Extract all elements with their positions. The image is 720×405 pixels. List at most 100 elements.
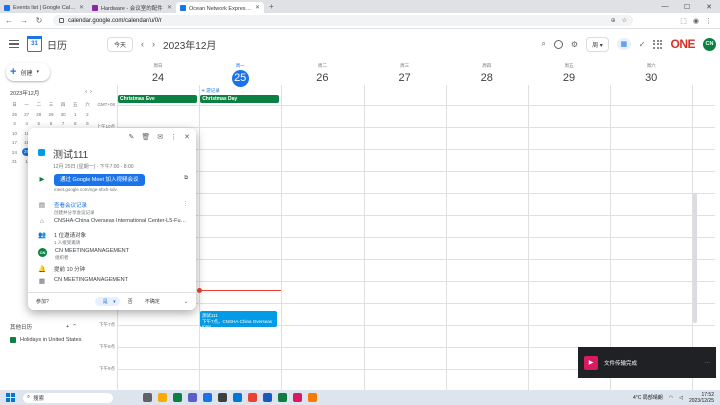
mini-day[interactable]: 7 [59,121,68,126]
new-tab-icon[interactable]: + [264,2,279,11]
rsvp-maybe-button[interactable]: 不确定 [141,297,164,306]
mini-day[interactable]: 1 [71,112,80,117]
mini-day[interactable]: 17 [10,140,19,145]
excel-icon[interactable] [278,393,287,402]
day-header[interactable]: 周四 28 [446,59,528,86]
rsvp-yes-button[interactable]: 是 ▾ [94,297,120,306]
mini-day[interactable]: 28 [34,112,43,117]
browser-tab-1[interactable]: Hardware - 会议室的配件 ✕ [88,2,176,13]
tasks-check-icon[interactable]: ✓ [639,40,646,49]
wifi-icon[interactable]: ◠ [669,395,673,401]
teams-icon[interactable] [188,393,197,402]
forward-icon[interactable]: → [18,15,30,27]
settings-icon[interactable] [218,393,227,402]
day-number[interactable]: 30 [643,70,660,87]
store-icon[interactable] [203,393,212,402]
day-header[interactable]: 周一 25 [199,59,281,87]
reload-icon[interactable]: ↻ [33,15,45,27]
app-icon[interactable] [308,393,317,402]
more-options-icon[interactable]: ⋮ [170,133,177,141]
mini-day[interactable]: 29 [46,112,55,117]
day-header[interactable]: 周二 26 [281,59,363,86]
volume-icon[interactable]: ◁ [679,395,683,401]
edit-pencil-icon[interactable]: ✎ [128,133,134,141]
close-icon[interactable]: ✕ [255,4,260,11]
mini-day[interactable]: 2 [83,112,92,117]
word-icon[interactable] [263,393,272,402]
create-button[interactable]: + 创建 ▾ [6,63,50,81]
mini-day[interactable]: 4 [22,121,31,126]
mini-day[interactable]: 31 [10,159,19,164]
day-number[interactable]: 26 [314,70,331,87]
view-selector[interactable]: 周 ▾ [586,36,609,52]
copy-icon[interactable]: ⧉ [184,175,188,182]
join-meet-button[interactable]: 通过 Google Meet 加入视频会议 [54,174,145,186]
expand-chevron-icon[interactable]: ⌄ [184,299,188,305]
outlook-icon[interactable] [233,393,242,402]
browser-tab-2[interactable]: Ocean Network Express - 日历 ✕ [176,2,264,13]
add-calendar-icon[interactable]: + ⌃ [66,324,77,330]
next-week-icon[interactable]: › [152,39,155,49]
day-header[interactable]: 周六 30 [610,59,692,86]
edge-icon[interactable] [173,393,182,402]
mini-next-icon[interactable]: › [90,89,92,95]
close-icon[interactable]: ✕ [79,4,84,11]
more-options-icon[interactable]: ⋮ [183,201,189,207]
search-icon[interactable]: ⌕ [541,39,545,49]
url-input[interactable]: calendar.google.com/calendar/u/0/r ⊕ ☆ [53,15,633,26]
mini-day[interactable]: 26 [10,112,19,117]
day-header[interactable]: 周三 27 [364,59,446,86]
mini-day[interactable]: 9 [83,121,92,126]
minimize-icon[interactable]: — [654,0,676,13]
taskbar-search-input[interactable]: ⌕ 搜索 [23,392,113,403]
file-transfer-toast[interactable]: ▶ 文件传输完成 ⋯ [578,347,716,378]
delete-trash-icon[interactable]: 🗑 [141,133,150,141]
help-icon[interactable] [553,39,563,49]
file-explorer-icon[interactable] [158,393,167,402]
email-icon[interactable]: ✉ [157,133,163,141]
mini-day[interactable]: 3 [10,121,19,126]
weather-text[interactable]: 4°C 局部晴朗 [633,394,663,401]
day-number[interactable]: 28 [478,70,495,87]
all-day-event[interactable]: Christmas Eve [118,95,198,103]
main-menu-icon[interactable] [9,40,19,48]
extensions-icon[interactable]: ⬚ [680,17,687,25]
all-day-event[interactable]: Christmas Day [200,95,280,103]
close-icon[interactable]: ✕ [184,133,190,141]
mini-day[interactable]: 30 [59,112,68,117]
close-icon[interactable]: ✕ [167,4,172,11]
checkbox-icon[interactable] [10,337,16,343]
event-block[interactable]: 测试111 下午7点，CNSHA-China Overseas Inter... [200,311,277,327]
mini-day[interactable]: 8 [71,121,80,126]
day-number[interactable]: 27 [396,70,413,87]
vertical-scrollbar[interactable] [693,193,697,323]
day-header[interactable]: 周日 24 [117,59,199,86]
profile-icon[interactable]: ◉ [693,17,699,25]
mini-day[interactable]: 10 [10,131,19,136]
mini-prev-icon[interactable]: ‹ [85,89,87,95]
mini-day[interactable]: 27 [22,112,31,117]
day-number[interactable]: 24 [150,70,167,87]
task-view-icon[interactable] [143,393,152,402]
day-header[interactable]: 周五 29 [528,59,610,86]
app-icon[interactable] [293,393,302,402]
maximize-icon[interactable]: ☐ [676,0,698,13]
mini-day[interactable]: 24 [10,150,19,155]
avatar[interactable]: CN [703,37,716,51]
windows-start-icon[interactable] [6,393,15,402]
more-options-icon[interactable]: ⋯ [705,360,711,366]
today-button[interactable]: 今天 [107,36,134,52]
day-number[interactable]: 25 [231,70,249,87]
rsvp-no-button[interactable]: 否 [124,297,137,306]
apps-grid-icon[interactable] [653,39,663,49]
chrome-icon[interactable] [248,393,257,402]
meet-link[interactable]: meet.google.com/nge-shxh-sdv [54,187,145,192]
mini-day[interactable]: 6 [46,121,55,126]
meeting-notes-link[interactable]: 查看会议记录 [54,201,95,209]
share-icon[interactable]: ⊕ [611,17,616,24]
prev-week-icon[interactable]: ‹ [141,39,144,49]
back-icon[interactable]: ← [3,15,15,27]
close-window-icon[interactable]: ✕ [698,0,720,13]
day-number[interactable]: 29 [561,70,578,87]
settings-gear-icon[interactable]: ⚙ [571,40,578,49]
